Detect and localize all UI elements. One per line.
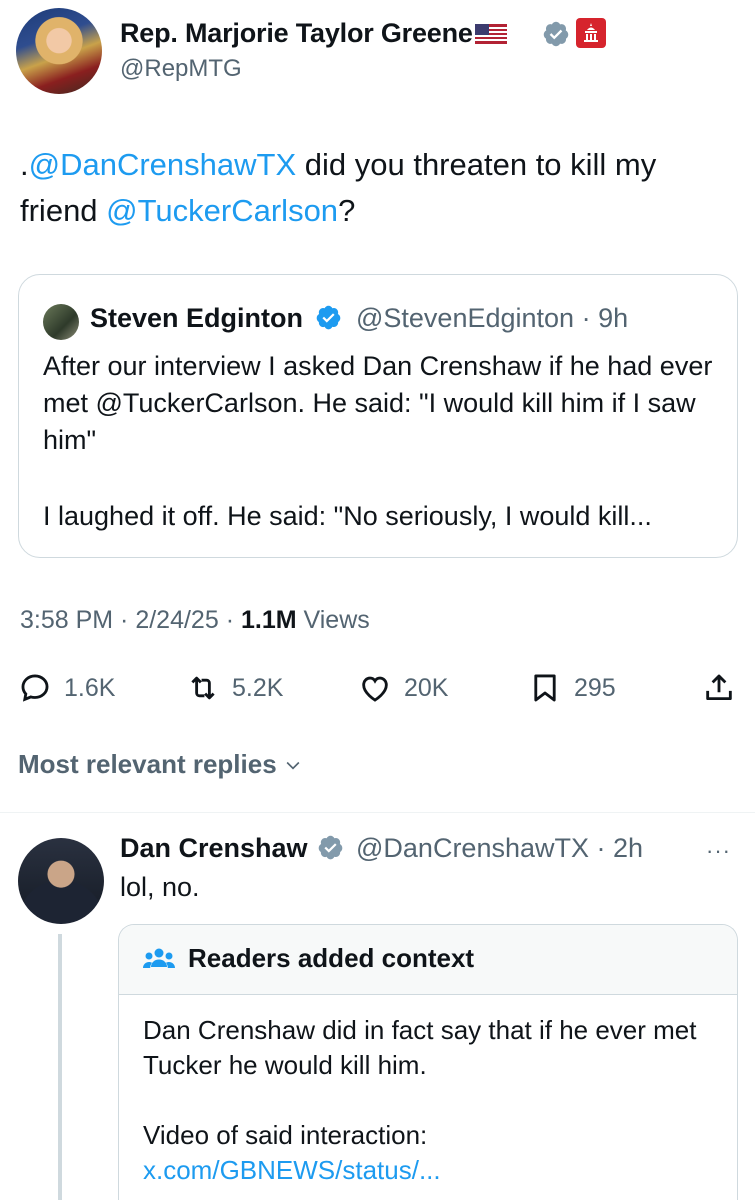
repost-icon <box>191 676 215 700</box>
views-count: 1.1M <box>240 606 297 634</box>
reply-icon <box>21 674 49 702</box>
mention-link-dancrenshaw[interactable]: @DanCrenshawTX <box>29 147 297 182</box>
author-avatar[interactable] <box>16 8 102 94</box>
community-note-link[interactable]: x.com/GBNEWS/status/... <box>143 1153 723 1188</box>
tweet-text-suffix: ? <box>338 193 356 228</box>
reply-button[interactable]: 1.6K <box>18 670 115 706</box>
replies-sort-label: Most relevant replies <box>18 749 277 779</box>
meta-separator-1: · <box>113 606 136 634</box>
community-note-text-1: Dan Crenshaw did in fact say that if he … <box>143 1015 697 1080</box>
divider <box>0 812 755 813</box>
reply-author-meta: @DanCrenshawTX · 2h <box>356 833 643 864</box>
capitol-building-icon <box>576 18 606 48</box>
tweet-date[interactable]: 2/24/25 <box>135 606 218 634</box>
author-handle[interactable]: @RepMTG <box>120 55 242 83</box>
share-button[interactable] <box>702 670 736 706</box>
verified-gray-badge-icon <box>318 835 343 860</box>
repost-count: 5.2K <box>232 673 284 702</box>
repost-button[interactable]: 5.2K <box>186 670 283 706</box>
reply-author-avatar[interactable] <box>18 838 104 924</box>
tweet-time[interactable]: 3:58 PM <box>20 606 113 634</box>
chevron-down-icon <box>286 761 300 770</box>
reply-separator: · <box>589 833 613 863</box>
replies-sort-dropdown[interactable]: Most relevant replies <box>18 749 303 780</box>
tweet-text: .@DanCrenshawTX did you threaten to kill… <box>20 142 740 234</box>
verified-blue-badge-icon <box>316 305 340 330</box>
verified-gray-badge-icon <box>542 20 570 53</box>
us-flag-icon <box>474 24 507 44</box>
quoted-tweet-text-1: After our interview I asked Dan Crenshaw… <box>43 351 713 455</box>
community-note-text-2: Video of said interaction: x.com/GBNEWS/… <box>143 1118 723 1188</box>
mention-link-tuckercarlson[interactable]: @TuckerCarlson <box>106 193 338 228</box>
community-note-video-label: Video of said interaction: <box>143 1120 428 1150</box>
like-count: 20K <box>404 673 449 702</box>
quoted-author-meta: @StevenEdginton · 9h <box>356 303 628 334</box>
bookmark-icon <box>534 674 556 702</box>
tweet-text-prefix: . <box>20 147 29 182</box>
people-icon <box>143 948 175 968</box>
tweet-meta: 3:58 PM · 2/24/25 · 1.1M Views <box>20 606 370 635</box>
reply-author-name[interactable]: Dan Crenshaw <box>120 833 344 864</box>
quoted-author-name-text: Steven Edginton <box>90 303 304 333</box>
community-note-title: Readers added context <box>188 943 475 973</box>
reply-age[interactable]: 2h <box>613 833 643 863</box>
meta-separator-2: · <box>218 606 241 634</box>
reply-count: 1.6K <box>64 673 116 702</box>
reply-author-handle[interactable]: @DanCrenshawTX <box>356 833 589 863</box>
bookmark-button[interactable]: 295 <box>528 670 616 706</box>
thread-line <box>58 934 62 1200</box>
reply-text: lol, no. <box>120 872 200 902</box>
more-options-button[interactable]: ··· <box>706 838 731 864</box>
like-button[interactable]: 20K <box>358 670 448 706</box>
quoted-separator: · <box>574 303 599 333</box>
quoted-tweet-age[interactable]: 9h <box>598 303 628 333</box>
bookmark-count: 295 <box>574 673 616 702</box>
views-label: Views <box>296 606 370 634</box>
quoted-author-name[interactable]: Steven Edginton <box>90 303 342 334</box>
author-name[interactable]: Rep. Marjorie Taylor Greene <box>120 18 507 49</box>
quoted-author-handle[interactable]: @StevenEdginton <box>356 303 574 333</box>
quoted-author-avatar[interactable] <box>43 304 79 340</box>
author-name-text: Rep. Marjorie Taylor Greene <box>120 18 473 48</box>
heart-icon <box>362 676 388 702</box>
share-icon <box>706 674 732 701</box>
quoted-tweet-text-2: I laughed it off. He said: "No seriously… <box>43 501 652 531</box>
reply-author-name-text: Dan Crenshaw <box>120 833 308 863</box>
